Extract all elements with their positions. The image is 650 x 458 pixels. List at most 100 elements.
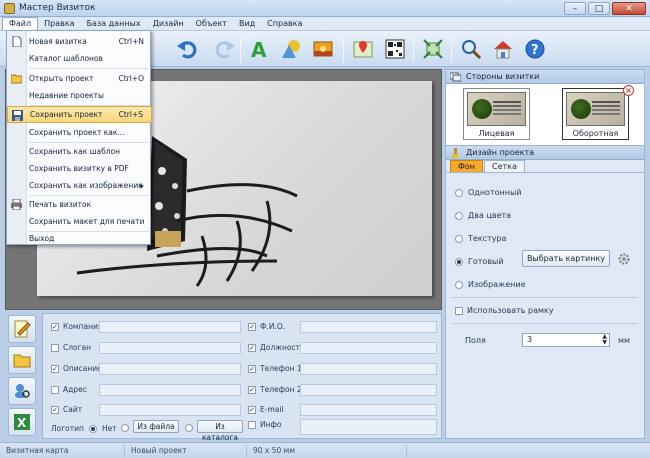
bg-option-texture[interactable]: Текстура	[455, 234, 506, 243]
delete-side-icon[interactable]: ×	[623, 85, 634, 96]
qr-code-icon[interactable]	[380, 34, 410, 64]
menu-new-card[interactable]: Новая визитка Ctrl+N	[7, 33, 152, 50]
radio-ready[interactable]	[455, 257, 463, 266]
menu-print-cards[interactable]: Печать визиток	[7, 196, 152, 213]
edit-text-button[interactable]	[8, 315, 36, 343]
back-side-thumb[interactable]: Оборотная ×	[562, 85, 634, 140]
menu-database[interactable]: База данных	[81, 17, 147, 31]
logo-file-radio[interactable]	[121, 424, 129, 432]
fit-page-icon[interactable]	[418, 34, 448, 64]
menu-save-print-layout[interactable]: Сохранить макет для печати	[7, 213, 152, 230]
menu-file[interactable]: Файл	[2, 17, 39, 30]
use-frame-checkbox[interactable]	[455, 306, 463, 315]
menu-exit[interactable]: Выход	[7, 230, 152, 247]
slogan-checkbox[interactable]	[51, 343, 59, 352]
undo-icon[interactable]	[172, 34, 202, 64]
front-side-thumb[interactable]: Лицевая	[463, 88, 530, 140]
menu-save-project[interactable]: Сохранить проект Ctrl+S	[7, 106, 152, 123]
use-frame-option[interactable]: Использовать рамку	[455, 306, 554, 315]
field-description[interactable]: ✓ Описание	[51, 364, 102, 373]
maximize-button[interactable]: □	[588, 2, 610, 15]
menu-help[interactable]: Справка	[261, 17, 308, 31]
radio-two-colors[interactable]	[455, 211, 463, 220]
menu-edit[interactable]: Правка	[38, 17, 80, 31]
position-input[interactable]	[300, 342, 437, 354]
margins-input[interactable]: 3 ▲ ▼	[522, 333, 610, 347]
radio-image[interactable]	[455, 280, 463, 289]
field-email[interactable]: ✓ E-mail	[248, 405, 284, 414]
open-folder-button[interactable]	[8, 346, 36, 374]
description-input[interactable]	[99, 363, 241, 375]
position-checkbox[interactable]: ✓	[248, 343, 256, 352]
logo-from-catalog-button[interactable]: Из каталога	[197, 420, 243, 442]
map-icon[interactable]	[348, 34, 378, 64]
text-icon[interactable]: A	[244, 34, 274, 64]
field-phone2[interactable]: ✓ Телефон 2	[248, 385, 302, 394]
logo-from-file-button[interactable]: Из файла	[133, 420, 179, 433]
field-site[interactable]: ✓ Сайт	[51, 405, 82, 414]
image-icon[interactable]	[308, 34, 338, 64]
radio-solid[interactable]	[455, 188, 463, 197]
address-input[interactable]	[99, 384, 241, 396]
logo-none-radio[interactable]	[89, 424, 97, 433]
address-checkbox[interactable]	[51, 385, 59, 394]
settings-gear-icon[interactable]	[618, 253, 630, 265]
shapes-icon[interactable]	[276, 34, 306, 64]
email-checkbox[interactable]: ✓	[248, 405, 256, 414]
tab-grid[interactable]: Сетка	[484, 160, 525, 172]
field-phone1[interactable]: ✓ Телефон 1	[248, 364, 302, 373]
logo-none-option[interactable]: Нет	[89, 424, 117, 433]
close-button[interactable]: ✕	[612, 2, 646, 15]
redo-icon[interactable]	[210, 34, 240, 64]
bg-option-solid[interactable]: Однотонный	[455, 188, 521, 197]
menu-open-project[interactable]: Открыть проект Ctrl+O	[7, 70, 152, 87]
home-icon[interactable]	[488, 34, 518, 64]
margins-label: Поля	[465, 336, 486, 345]
description-checkbox[interactable]: ✓	[51, 364, 59, 373]
menu-template-catalog[interactable]: Каталог шаблонов	[7, 50, 152, 67]
bg-option-ready[interactable]: Готовый	[455, 257, 504, 266]
spin-buttons-icon[interactable]: ▲ ▼	[602, 334, 607, 346]
fullname-input[interactable]	[300, 321, 437, 333]
field-fullname[interactable]: ✓ Ф.И.О.	[248, 322, 285, 331]
phone1-input[interactable]	[300, 363, 437, 375]
menu-save-as-image[interactable]: Сохранить как изображение ▸	[7, 177, 152, 194]
radio-texture[interactable]	[455, 234, 463, 243]
phone2-checkbox[interactable]: ✓	[248, 385, 256, 394]
phone2-input[interactable]	[300, 384, 437, 396]
contacts-button[interactable]	[8, 377, 36, 405]
logo-catalog-radio[interactable]	[185, 424, 193, 432]
info-checkbox[interactable]	[248, 420, 256, 429]
fullname-checkbox[interactable]: ✓	[248, 322, 256, 331]
menu-object[interactable]: Объект	[190, 17, 233, 31]
minimize-button[interactable]: –	[564, 2, 586, 15]
bg-option-two-colors[interactable]: Два цвета	[455, 211, 511, 220]
phone1-checkbox[interactable]: ✓	[248, 364, 256, 373]
properties-panel: Стороны визитки Лицевая Оборотная × Диза…	[445, 69, 645, 439]
menu-design[interactable]: Дизайн	[147, 17, 190, 31]
menu-view[interactable]: Вид	[233, 17, 261, 31]
site-input[interactable]	[99, 404, 241, 416]
field-company[interactable]: ✓ Компания	[51, 322, 102, 331]
choose-picture-button[interactable]: Выбрать картинку	[522, 250, 610, 267]
company-input[interactable]	[99, 321, 241, 333]
menu-save-project-as[interactable]: Сохранить проект как...	[7, 124, 152, 141]
site-checkbox[interactable]: ✓	[51, 405, 59, 414]
field-info[interactable]: Инфо	[248, 420, 282, 429]
menu-save-as-template[interactable]: Сохранить как шаблон	[7, 143, 152, 160]
tab-background[interactable]: Фон	[450, 160, 484, 172]
menu-recent-projects[interactable]: Недавние проекты	[7, 87, 152, 104]
slogan-input[interactable]	[99, 342, 241, 354]
excel-import-button[interactable]: X	[8, 408, 36, 436]
help-icon[interactable]: ?	[520, 34, 550, 64]
info-input[interactable]	[300, 419, 437, 435]
zoom-icon[interactable]	[456, 34, 486, 64]
field-address[interactable]: Адрес	[51, 385, 87, 394]
field-slogan[interactable]: Слоган	[51, 343, 91, 352]
field-position[interactable]: ✓ Должность	[248, 343, 304, 352]
email-input[interactable]	[300, 404, 437, 416]
folder-icon	[13, 354, 31, 368]
menu-save-pdf[interactable]: Сохранить визитку в PDF	[7, 160, 152, 177]
company-checkbox[interactable]: ✓	[51, 322, 59, 331]
bg-option-image[interactable]: Изображение	[455, 280, 526, 289]
